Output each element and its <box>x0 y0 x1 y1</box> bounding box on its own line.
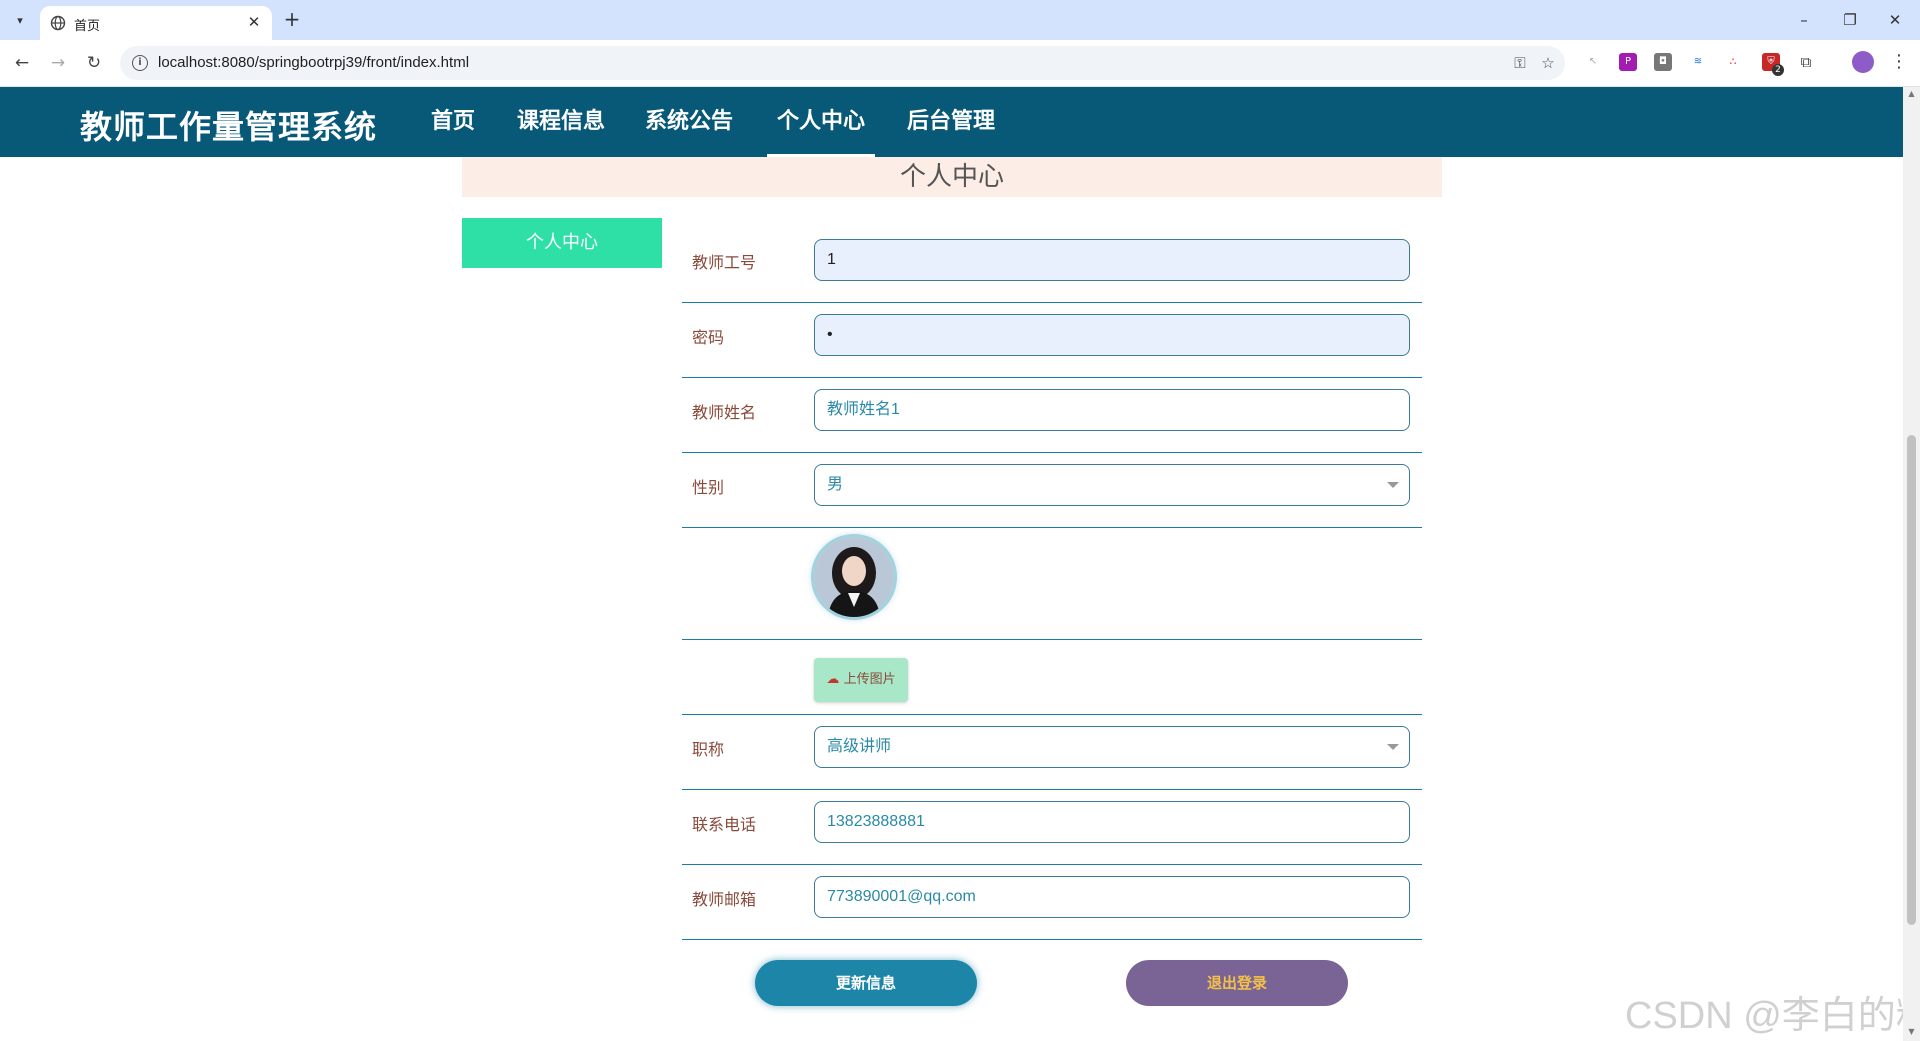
teacher-avatar <box>814 537 894 617</box>
nav-personal-center[interactable]: 个人中心 <box>767 87 875 157</box>
extension-purple-icon[interactable]: P <box>1619 53 1637 71</box>
job-title-value: 高级讲师 <box>827 738 892 755</box>
site-title: 教师工作量管理系统 <box>80 108 378 146</box>
extension-blue-icon[interactable]: ≋ <box>1689 53 1707 71</box>
close-window-icon[interactable]: ✕ <box>1880 6 1910 34</box>
teacher-name-label: 教师姓名 <box>692 403 757 422</box>
chevron-down-icon <box>1387 482 1399 488</box>
csdn-watermark: CSDN @李白的粉 <box>1625 995 1903 1037</box>
update-info-button[interactable]: 更新信息 <box>755 960 977 1006</box>
browser-toolbar: ← → ↻ i localhost:8080/springbootrpj39/f… <box>0 40 1920 87</box>
browser-tab-bar: ▾ 首页 ✕ + – ❐ ✕ <box>0 0 1920 40</box>
reload-icon[interactable]: ↻ <box>82 51 106 75</box>
form-row-upload: ☁ 上传图片 <box>682 639 1422 715</box>
close-tab-icon[interactable]: ✕ <box>244 12 264 32</box>
page-scrollbar[interactable]: ▲ ▼ <box>1903 87 1920 1041</box>
email-input[interactable]: 773890001@qq.com <box>814 876 1410 918</box>
logout-button[interactable]: 退出登录 <box>1126 960 1348 1006</box>
forward-arrow-icon[interactable]: → <box>46 51 70 75</box>
phone-input[interactable]: 13823888881 <box>814 801 1410 843</box>
gender-select[interactable]: 男 <box>814 464 1410 506</box>
chevron-down-icon <box>1387 744 1399 750</box>
extension-red-icon[interactable]: ⛬ <box>1724 53 1742 71</box>
side-menu-personal-center[interactable]: 个人中心 <box>462 218 662 268</box>
globe-icon <box>50 15 66 31</box>
form-row-password: 密码 • <box>682 302 1422 378</box>
page-title-banner: 个人中心 <box>462 157 1442 197</box>
site-header: 教师工作量管理系统 首页 课程信息 系统公告 个人中心 后台管理 <box>0 87 1903 157</box>
teacher-id-label: 教师工号 <box>692 253 757 272</box>
nav-course-info[interactable]: 课程信息 <box>510 87 612 157</box>
nav-admin[interactable]: 后台管理 <box>900 87 1002 157</box>
bookmark-star-icon[interactable]: ☆ <box>1538 53 1558 73</box>
cloud-upload-icon: ☁ <box>826 672 840 687</box>
back-arrow-icon[interactable]: ← <box>10 51 34 75</box>
password-key-icon[interactable]: ⚿ <box>1510 53 1530 73</box>
extension-badge: 2 <box>1772 64 1784 76</box>
scroll-down-icon[interactable]: ▼ <box>1907 1027 1916 1036</box>
address-url[interactable]: localhost:8080/springbootrpj39/front/ind… <box>158 54 469 71</box>
form-row-gender: 性别 男 <box>682 452 1422 528</box>
tab-search-chevron-icon[interactable]: ▾ <box>6 8 34 32</box>
more-menu-icon[interactable]: ⋮ <box>1890 50 1908 74</box>
cursor-extension-icon[interactable]: ↖ <box>1584 53 1602 71</box>
nav-announcements[interactable]: 系统公告 <box>638 87 740 157</box>
scrollbar-thumb[interactable] <box>1907 435 1916 925</box>
extension-gray-icon[interactable]: ◘ <box>1654 53 1672 71</box>
address-bar[interactable]: i localhost:8080/springbootrpj39/front/i… <box>120 46 1565 80</box>
new-tab-button[interactable]: + <box>280 8 304 32</box>
restore-window-icon[interactable]: ❐ <box>1835 6 1865 34</box>
upload-label: 上传图片 <box>843 672 896 687</box>
tab-title: 首页 <box>74 18 101 33</box>
form-row-phone: 联系电话 13823888881 <box>682 789 1422 865</box>
job-title-label: 职称 <box>692 740 725 759</box>
page-viewport: 教师工作量管理系统 首页 课程信息 系统公告 个人中心 后台管理 个人中心 个人… <box>0 87 1903 1041</box>
scroll-up-icon[interactable]: ▲ <box>1907 89 1916 98</box>
phone-label: 联系电话 <box>692 815 757 834</box>
job-title-select[interactable]: 高级讲师 <box>814 726 1410 768</box>
upload-image-button[interactable]: ☁ 上传图片 <box>814 658 908 702</box>
form-row-email: 教师邮箱 773890001@qq.com <box>682 864 1422 940</box>
password-input[interactable]: • <box>814 314 1410 356</box>
nav-home[interactable]: 首页 <box>420 87 486 157</box>
form-row-avatar <box>682 527 1422 640</box>
extensions-puzzle-icon[interactable]: ⧉ <box>1797 53 1815 71</box>
site-info-icon[interactable]: i <box>132 55 148 71</box>
avatar-portrait-icon <box>814 537 894 617</box>
email-label: 教师邮箱 <box>692 890 757 909</box>
minimize-window-icon[interactable]: – <box>1789 6 1819 34</box>
profile-avatar[interactable] <box>1852 51 1874 73</box>
password-label: 密码 <box>692 328 725 347</box>
form-row-teacher-id: 教师工号 1 <box>682 227 1422 303</box>
gender-label: 性别 <box>692 478 725 497</box>
gender-value: 男 <box>827 476 844 493</box>
form-row-job-title: 职称 高级讲师 <box>682 714 1422 790</box>
teacher-name-input[interactable]: 教师姓名1 <box>814 389 1410 431</box>
form-row-teacher-name: 教师姓名 教师姓名1 <box>682 377 1422 453</box>
browser-tab[interactable]: 首页 ✕ <box>40 6 272 40</box>
teacher-id-input[interactable]: 1 <box>814 239 1410 281</box>
